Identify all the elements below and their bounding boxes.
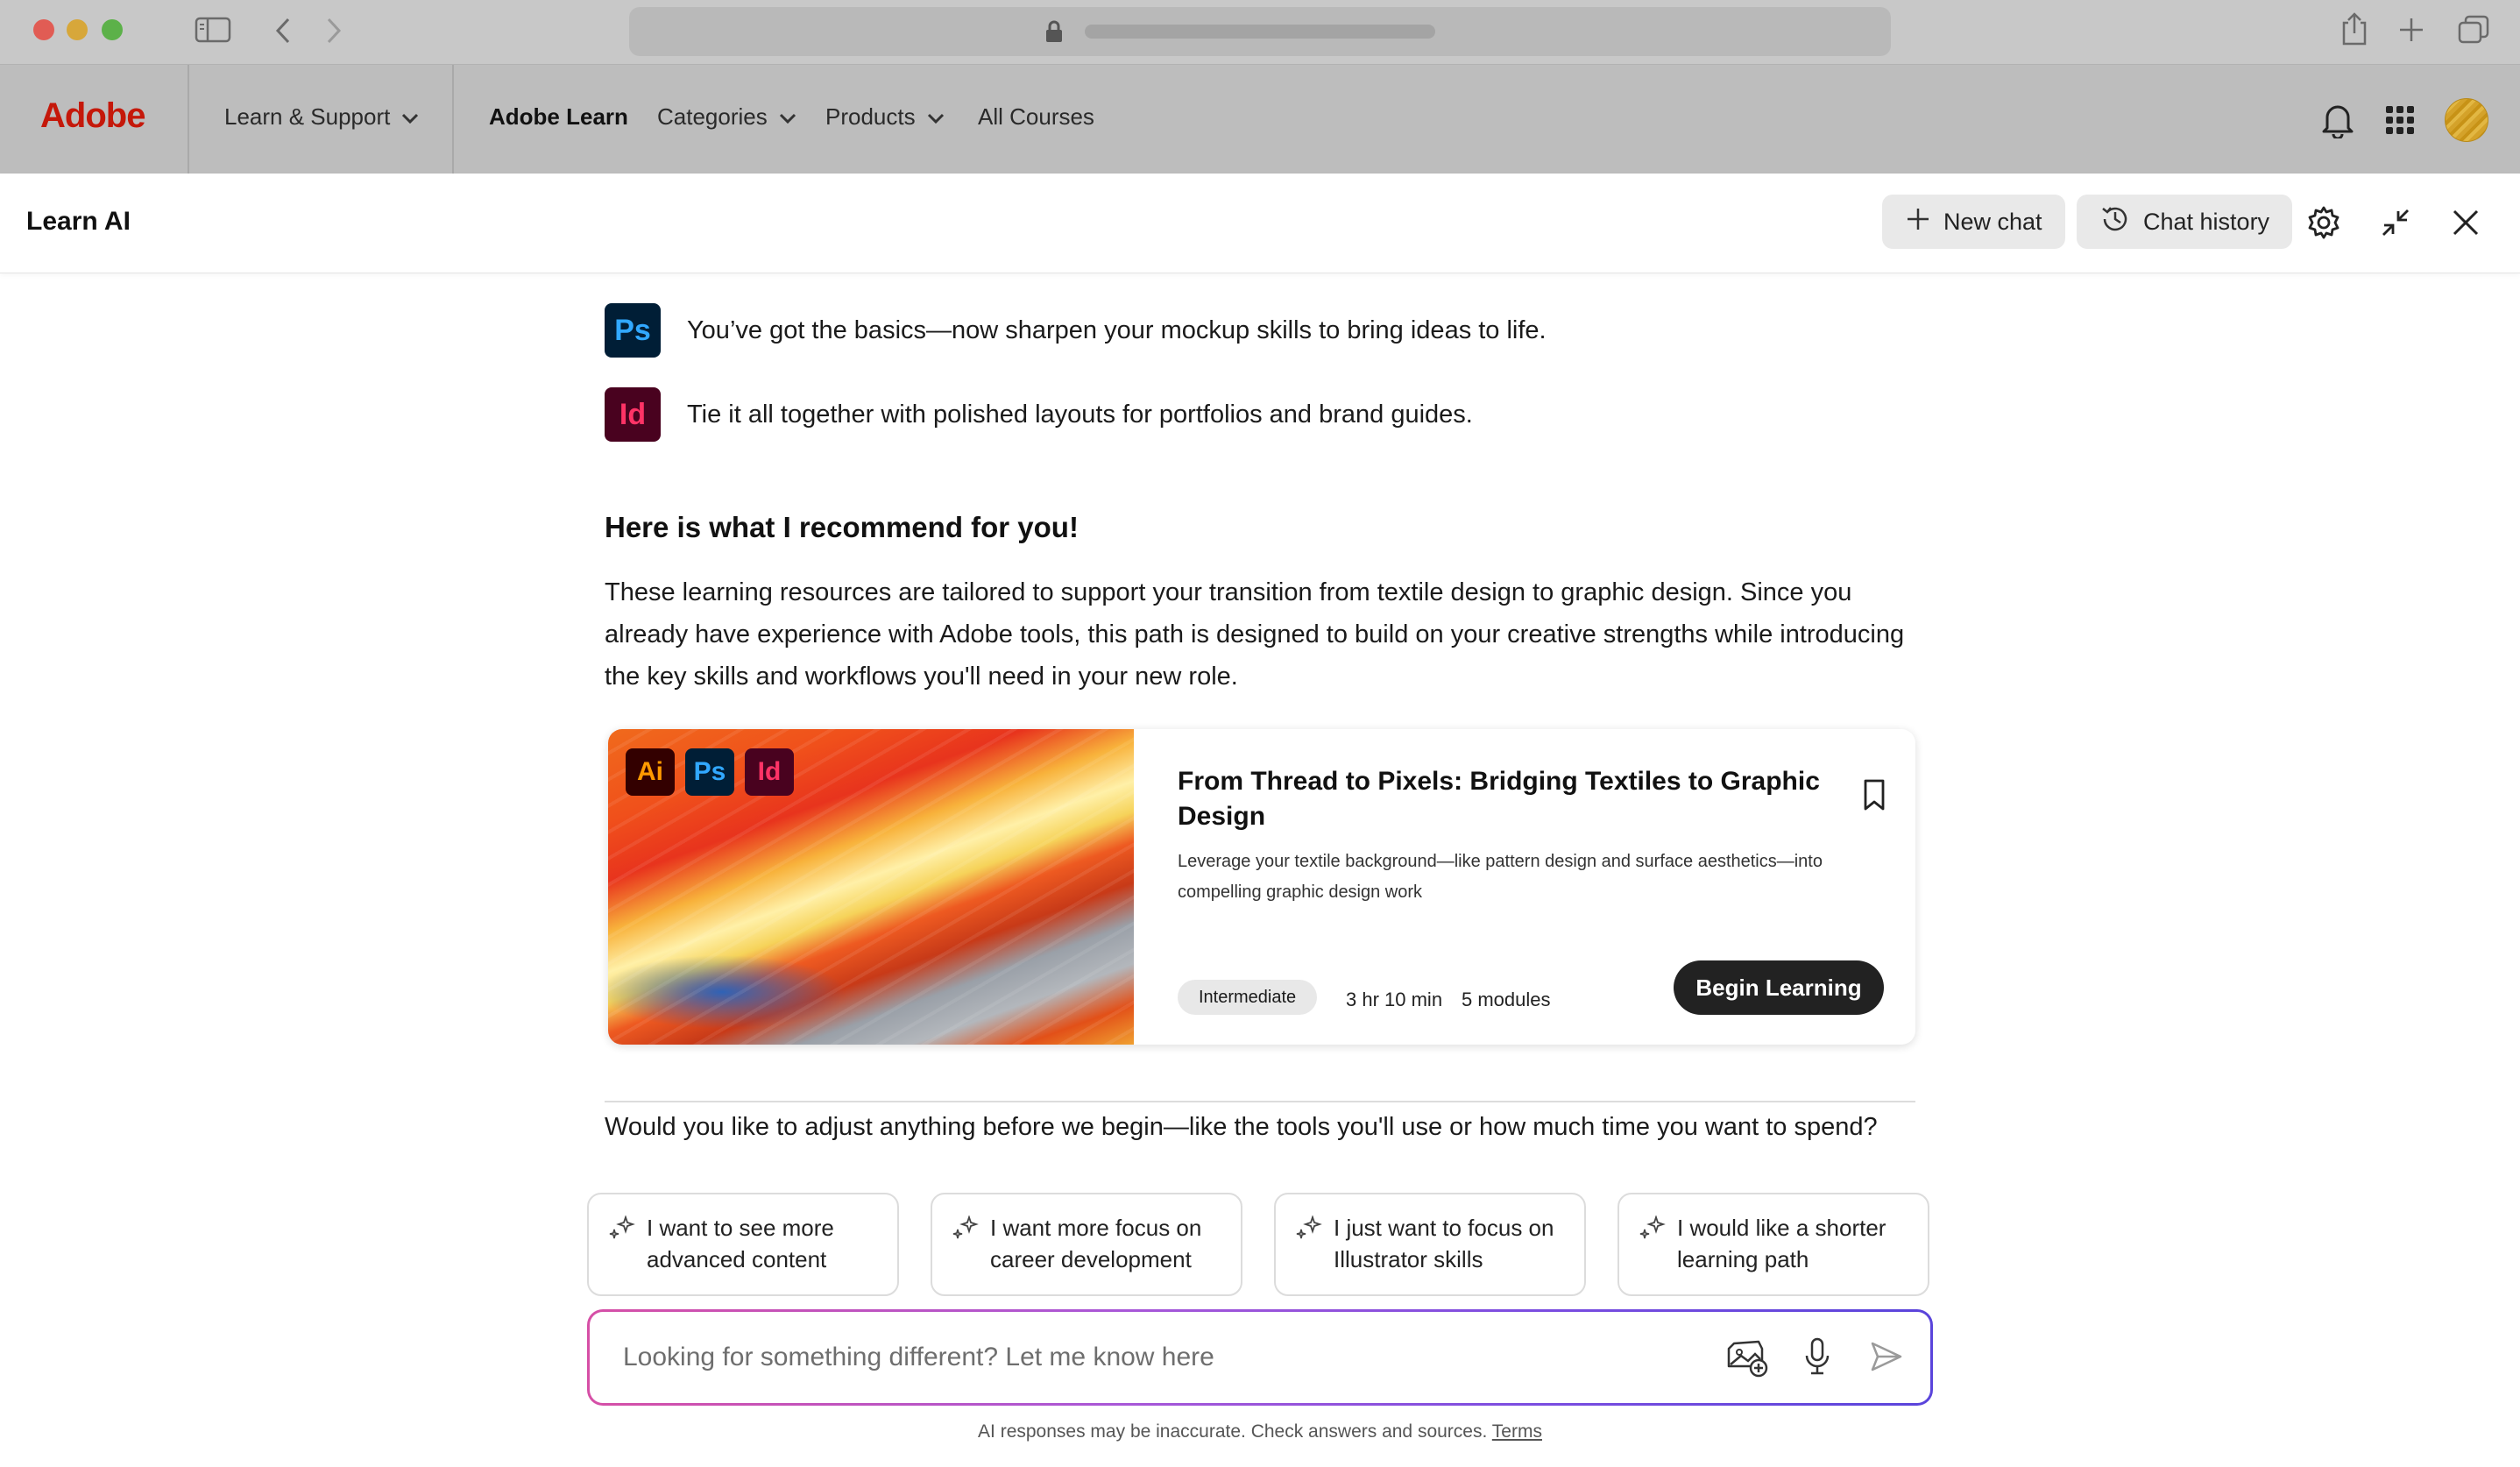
chevron-down-icon <box>778 103 797 131</box>
course-app-badges: Ai Ps Id <box>626 748 794 796</box>
nav-categories-label: Categories <box>657 103 768 130</box>
illustrator-icon: Ai <box>626 748 675 796</box>
begin-learning-button[interactable]: Begin Learning <box>1674 960 1884 1015</box>
recommend-paragraph: These learning resources are tailored to… <box>605 578 1905 691</box>
forward-icon[interactable] <box>324 16 343 46</box>
image-upload-icon[interactable] <box>1725 1336 1769 1383</box>
sparkle-icon <box>608 1215 636 1250</box>
chevron-down-icon <box>400 103 420 131</box>
suggestion-chip[interactable]: I just want to focus on Illustrator skil… <box>1274 1193 1586 1296</box>
new-chat-label: New chat <box>1943 208 2042 235</box>
suggestion-chip[interactable]: I would like a shorter learning path <box>1617 1193 1929 1296</box>
send-icon[interactable] <box>1869 1340 1904 1378</box>
nav-all-courses[interactable]: All Courses <box>978 103 1094 131</box>
share-icon[interactable] <box>2339 11 2369 47</box>
course-card[interactable]: Ai Ps Id From Thread to Pixels: Bridging… <box>608 729 1915 1045</box>
tabs-icon[interactable] <box>2457 14 2490 46</box>
suggestion-chip-label: I want to see more advanced content <box>647 1215 834 1272</box>
gear-icon[interactable] <box>2306 205 2341 244</box>
terms-link[interactable]: Terms <box>1492 1421 1542 1442</box>
app-grid-icon[interactable] <box>2385 105 2415 139</box>
suggestion-chip-label: I would like a shorter learning path <box>1677 1215 1886 1272</box>
nav-categories[interactable]: Categories <box>657 103 797 131</box>
browser-toolbar <box>0 0 2520 65</box>
minimize-icon[interactable] <box>2378 205 2413 244</box>
maximize-window-button[interactable] <box>102 19 123 40</box>
app-tip-text: You’ve got the basics—now sharpen your m… <box>687 315 1547 344</box>
minimize-window-button[interactable] <box>67 19 88 40</box>
app-tip-row: Id Tie it all together with polished lay… <box>605 387 1473 442</box>
follow-up-question: Would you like to adjust anything before… <box>605 1113 1878 1141</box>
new-chat-button[interactable]: New chat <box>1882 195 2065 249</box>
new-tab-icon[interactable] <box>2397 16 2425 44</box>
chat-input[interactable] <box>623 1336 1727 1378</box>
site-navigation: Adobe Learn & Support Adobe Learn Catego… <box>0 65 2520 174</box>
suggestion-chip-label: I want more focus on career development <box>990 1215 1202 1272</box>
chat-input-container <box>587 1309 1933 1406</box>
app-tip-row: Ps You’ve got the basics—now sharpen you… <box>605 303 1547 358</box>
photoshop-icon: Ps <box>685 748 734 796</box>
avatar[interactable] <box>2445 98 2488 142</box>
address-bar[interactable] <box>629 7 1891 56</box>
bookmark-icon[interactable] <box>1861 778 1887 816</box>
plus-icon <box>1905 206 1931 238</box>
suggestion-chip[interactable]: I want more focus on career development <box>931 1193 1242 1296</box>
nav-products-label: Products <box>825 103 916 130</box>
nav-learn-support-label: Learn & Support <box>224 103 391 130</box>
suggestion-chip[interactable]: I want to see more advanced content <box>587 1193 899 1296</box>
course-description: Leverage your textile background—like pa… <box>1178 852 1823 902</box>
sparkle-icon <box>1639 1215 1667 1250</box>
ai-disclaimer: AI responses may be inaccurate. Check an… <box>0 1421 2520 1442</box>
indesign-icon: Id <box>605 387 661 442</box>
nav-learn-support[interactable]: Learn & Support <box>224 103 420 131</box>
course-duration: 3 hr 10 min <box>1346 989 1443 1010</box>
sparkle-icon <box>952 1215 980 1250</box>
content-divider <box>605 1101 1915 1102</box>
bell-icon[interactable] <box>2320 100 2355 143</box>
disclaimer-text: AI responses may be inaccurate. Check an… <box>978 1421 1488 1442</box>
panel-header: Learn AI New chat Chat history <box>0 174 2520 273</box>
recommend-heading: Here is what I recommend for you! <box>605 511 1079 543</box>
indesign-icon: Id <box>745 748 794 796</box>
adobe-logo[interactable]: Adobe <box>40 96 145 136</box>
nav-products[interactable]: Products <box>825 103 945 131</box>
photoshop-icon: Ps <box>605 303 661 358</box>
history-icon <box>2099 203 2131 241</box>
chat-history-label: Chat history <box>2143 208 2270 235</box>
sparkle-icon <box>1295 1215 1323 1250</box>
course-title[interactable]: From Thread to Pixels: Bridging Textiles… <box>1178 764 1844 834</box>
url-text <box>1085 25 1435 39</box>
course-modules: 5 modules <box>1462 989 1551 1010</box>
lock-icon <box>1044 19 1064 48</box>
nav-adobe-learn[interactable]: Adobe Learn <box>489 103 628 131</box>
sidebar-icon[interactable] <box>195 16 231 44</box>
close-icon[interactable] <box>2450 207 2481 243</box>
chat-input-box <box>590 1312 1930 1403</box>
close-window-button[interactable] <box>33 19 54 40</box>
chevron-down-icon <box>926 103 945 131</box>
panel-title: Learn AI <box>26 207 131 236</box>
learn-ai-panel: Learn AI New chat Chat history Ps You’ve… <box>0 174 2520 1467</box>
microphone-icon[interactable] <box>1802 1336 1832 1381</box>
suggestion-chip-label: I just want to focus on Illustrator skil… <box>1334 1215 1554 1272</box>
back-icon[interactable] <box>273 16 293 46</box>
app-tip-text: Tie it all together with polished layout… <box>687 400 1473 429</box>
chat-history-button[interactable]: Chat history <box>2077 195 2293 249</box>
nav-divider <box>188 65 189 174</box>
level-badge: Intermediate <box>1178 980 1318 1015</box>
nav-divider <box>452 65 454 174</box>
